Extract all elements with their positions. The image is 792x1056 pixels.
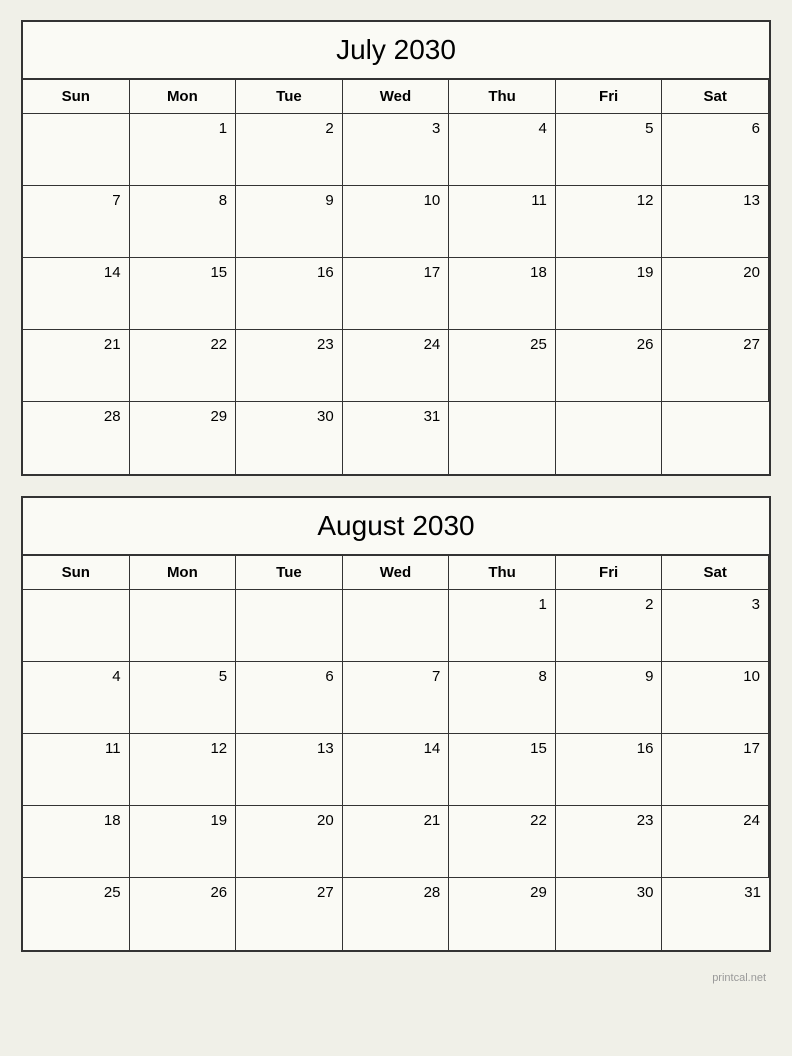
day-cell: 13: [662, 186, 769, 258]
day-cell: 16: [556, 734, 663, 806]
header-fri: Fri: [556, 80, 663, 114]
day-cell: 30: [236, 402, 343, 474]
day-cell: 18: [23, 806, 130, 878]
day-cell: [130, 590, 237, 662]
day-cell: 7: [343, 662, 450, 734]
day-cell: [449, 402, 556, 474]
day-cell: 28: [343, 878, 450, 950]
header-thu: Thu: [449, 80, 556, 114]
day-cell: 21: [23, 330, 130, 402]
day-cell: 27: [236, 878, 343, 950]
day-cell: 8: [130, 186, 237, 258]
day-cell: 28: [23, 402, 130, 474]
header-mon: Mon: [130, 80, 237, 114]
day-cell: 16: [236, 258, 343, 330]
day-cell: [236, 590, 343, 662]
day-cell: 4: [449, 114, 556, 186]
day-cell: 30: [556, 878, 663, 950]
header-sun: Sun: [23, 556, 130, 590]
day-cell: 2: [236, 114, 343, 186]
day-cell: 21: [343, 806, 450, 878]
header-sat: Sat: [662, 80, 769, 114]
day-cell: 24: [343, 330, 450, 402]
day-cell: 13: [236, 734, 343, 806]
day-cell: 25: [449, 330, 556, 402]
day-cell: 29: [449, 878, 556, 950]
day-cell: 29: [130, 402, 237, 474]
header-wed: Wed: [343, 80, 450, 114]
header-thu: Thu: [449, 556, 556, 590]
day-cell: 22: [449, 806, 556, 878]
day-cell: [343, 590, 450, 662]
day-cell: 23: [556, 806, 663, 878]
day-cell: 20: [236, 806, 343, 878]
day-cell: 15: [130, 258, 237, 330]
day-cell: 6: [236, 662, 343, 734]
day-cell: 19: [556, 258, 663, 330]
day-cell: [662, 402, 769, 474]
day-cell: 15: [449, 734, 556, 806]
day-cell: 1: [449, 590, 556, 662]
day-cell: 23: [236, 330, 343, 402]
day-cell: 5: [130, 662, 237, 734]
day-cell: 26: [556, 330, 663, 402]
day-cell: 2: [556, 590, 663, 662]
august-title: August 2030: [23, 498, 769, 556]
day-cell: 1: [130, 114, 237, 186]
day-cell: [23, 590, 130, 662]
day-cell: 19: [130, 806, 237, 878]
day-cell: 22: [130, 330, 237, 402]
day-cell: 14: [23, 258, 130, 330]
day-cell: 17: [343, 258, 450, 330]
day-cell: 14: [343, 734, 450, 806]
day-cell: 31: [662, 878, 769, 950]
august-grid: Sun Mon Tue Wed Thu Fri Sat 1 2 3 4 5 6 …: [23, 556, 769, 950]
day-cell: 9: [236, 186, 343, 258]
day-cell: 20: [662, 258, 769, 330]
header-sat: Sat: [662, 556, 769, 590]
day-cell: 12: [130, 734, 237, 806]
day-cell: 12: [556, 186, 663, 258]
july-title: July 2030: [23, 22, 769, 80]
day-cell: 27: [662, 330, 769, 402]
day-cell: 9: [556, 662, 663, 734]
day-cell: 3: [343, 114, 450, 186]
day-cell: [556, 402, 663, 474]
header-wed: Wed: [343, 556, 450, 590]
day-cell: 18: [449, 258, 556, 330]
day-cell: 5: [556, 114, 663, 186]
header-tue: Tue: [236, 556, 343, 590]
august-calendar: August 2030 Sun Mon Tue Wed Thu Fri Sat …: [21, 496, 771, 952]
day-cell: 31: [343, 402, 450, 474]
day-cell: 8: [449, 662, 556, 734]
july-calendar: July 2030 Sun Mon Tue Wed Thu Fri Sat 1 …: [21, 20, 771, 476]
day-cell: 10: [343, 186, 450, 258]
day-cell: 25: [23, 878, 130, 950]
day-cell: 10: [662, 662, 769, 734]
day-cell: 6: [662, 114, 769, 186]
day-cell: 3: [662, 590, 769, 662]
day-cell: 7: [23, 186, 130, 258]
day-cell: 17: [662, 734, 769, 806]
day-cell: 11: [23, 734, 130, 806]
day-cell: [23, 114, 130, 186]
july-grid: Sun Mon Tue Wed Thu Fri Sat 1 2 3 4 5 6 …: [23, 80, 769, 474]
watermark: printcal.net: [21, 972, 771, 984]
day-cell: 24: [662, 806, 769, 878]
header-mon: Mon: [130, 556, 237, 590]
day-cell: 4: [23, 662, 130, 734]
header-tue: Tue: [236, 80, 343, 114]
day-cell: 11: [449, 186, 556, 258]
day-cell: 26: [130, 878, 237, 950]
header-sun: Sun: [23, 80, 130, 114]
header-fri: Fri: [556, 556, 663, 590]
